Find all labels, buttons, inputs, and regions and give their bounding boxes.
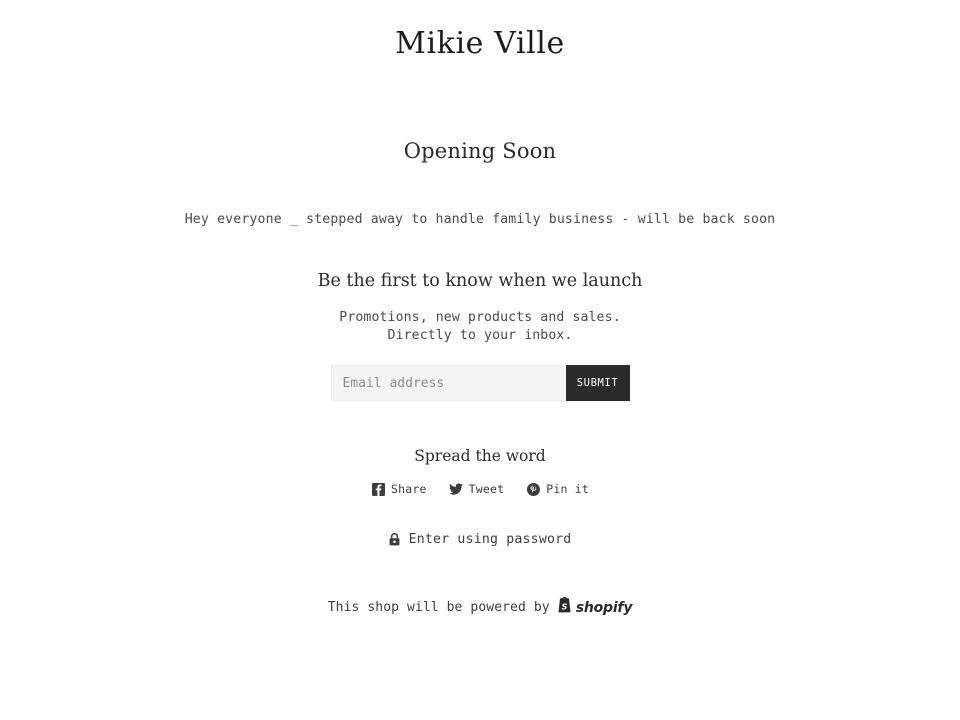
share-facebook-link[interactable]: Share [371, 482, 427, 496]
site-header: Mikie Ville [0, 0, 960, 66]
powered-by-text: This shop will be powered by [327, 600, 550, 615]
share-twitter-link[interactable]: Tweet [448, 482, 505, 496]
enter-using-password-label: Enter using password [408, 532, 572, 547]
shopify-link[interactable]: S shopify [557, 596, 633, 618]
shopify-bag-icon: S [557, 596, 572, 618]
newsletter-heading: Be the first to know when we launch [317, 271, 643, 291]
social-share-section: Spread the word Share Tweet Pin it [0, 445, 960, 496]
social-links: Share Tweet Pin it [0, 482, 960, 496]
lock-icon [389, 533, 401, 547]
shopify-wordmark: shopify [575, 599, 633, 616]
page-title: Mikie Ville [395, 26, 565, 61]
email-field[interactable] [330, 365, 566, 401]
main-content: Opening Soon Hey everyone _ stepped away… [0, 136, 960, 550]
submit-button[interactable]: SUBMIT [565, 365, 630, 401]
site-footer: This shop will be powered by S shopify [0, 596, 960, 618]
newsletter-form: SUBMIT [330, 365, 630, 401]
opening-soon-heading: Opening Soon [403, 139, 557, 163]
shop-message: Hey everyone _ stepped away to handle fa… [184, 212, 776, 227]
share-pinterest-label: Pin it [546, 482, 589, 496]
password-row: Enter using password [0, 531, 960, 550]
share-twitter-label: Tweet [468, 482, 505, 496]
enter-using-password-link[interactable]: Enter using password [389, 532, 572, 547]
pinterest-icon [526, 482, 540, 496]
newsletter-subtext-line2: to your inbox. [459, 328, 573, 343]
newsletter-subtext: Promotions, new products and sales. Dire… [325, 309, 635, 345]
share-pinterest-link[interactable]: Pin it [526, 482, 589, 496]
facebook-icon [371, 482, 385, 496]
share-facebook-label: Share [391, 482, 427, 496]
password-page: Mikie Ville Opening Soon Hey everyone _ … [0, 0, 960, 720]
powered-by-shopify: This shop will be powered by S shopify [327, 596, 633, 618]
newsletter-section: Be the first to know when we launch Prom… [0, 268, 960, 401]
twitter-icon [448, 482, 463, 496]
shopify-bag-letter: S [561, 602, 567, 611]
spread-the-word-heading: Spread the word [414, 447, 546, 465]
